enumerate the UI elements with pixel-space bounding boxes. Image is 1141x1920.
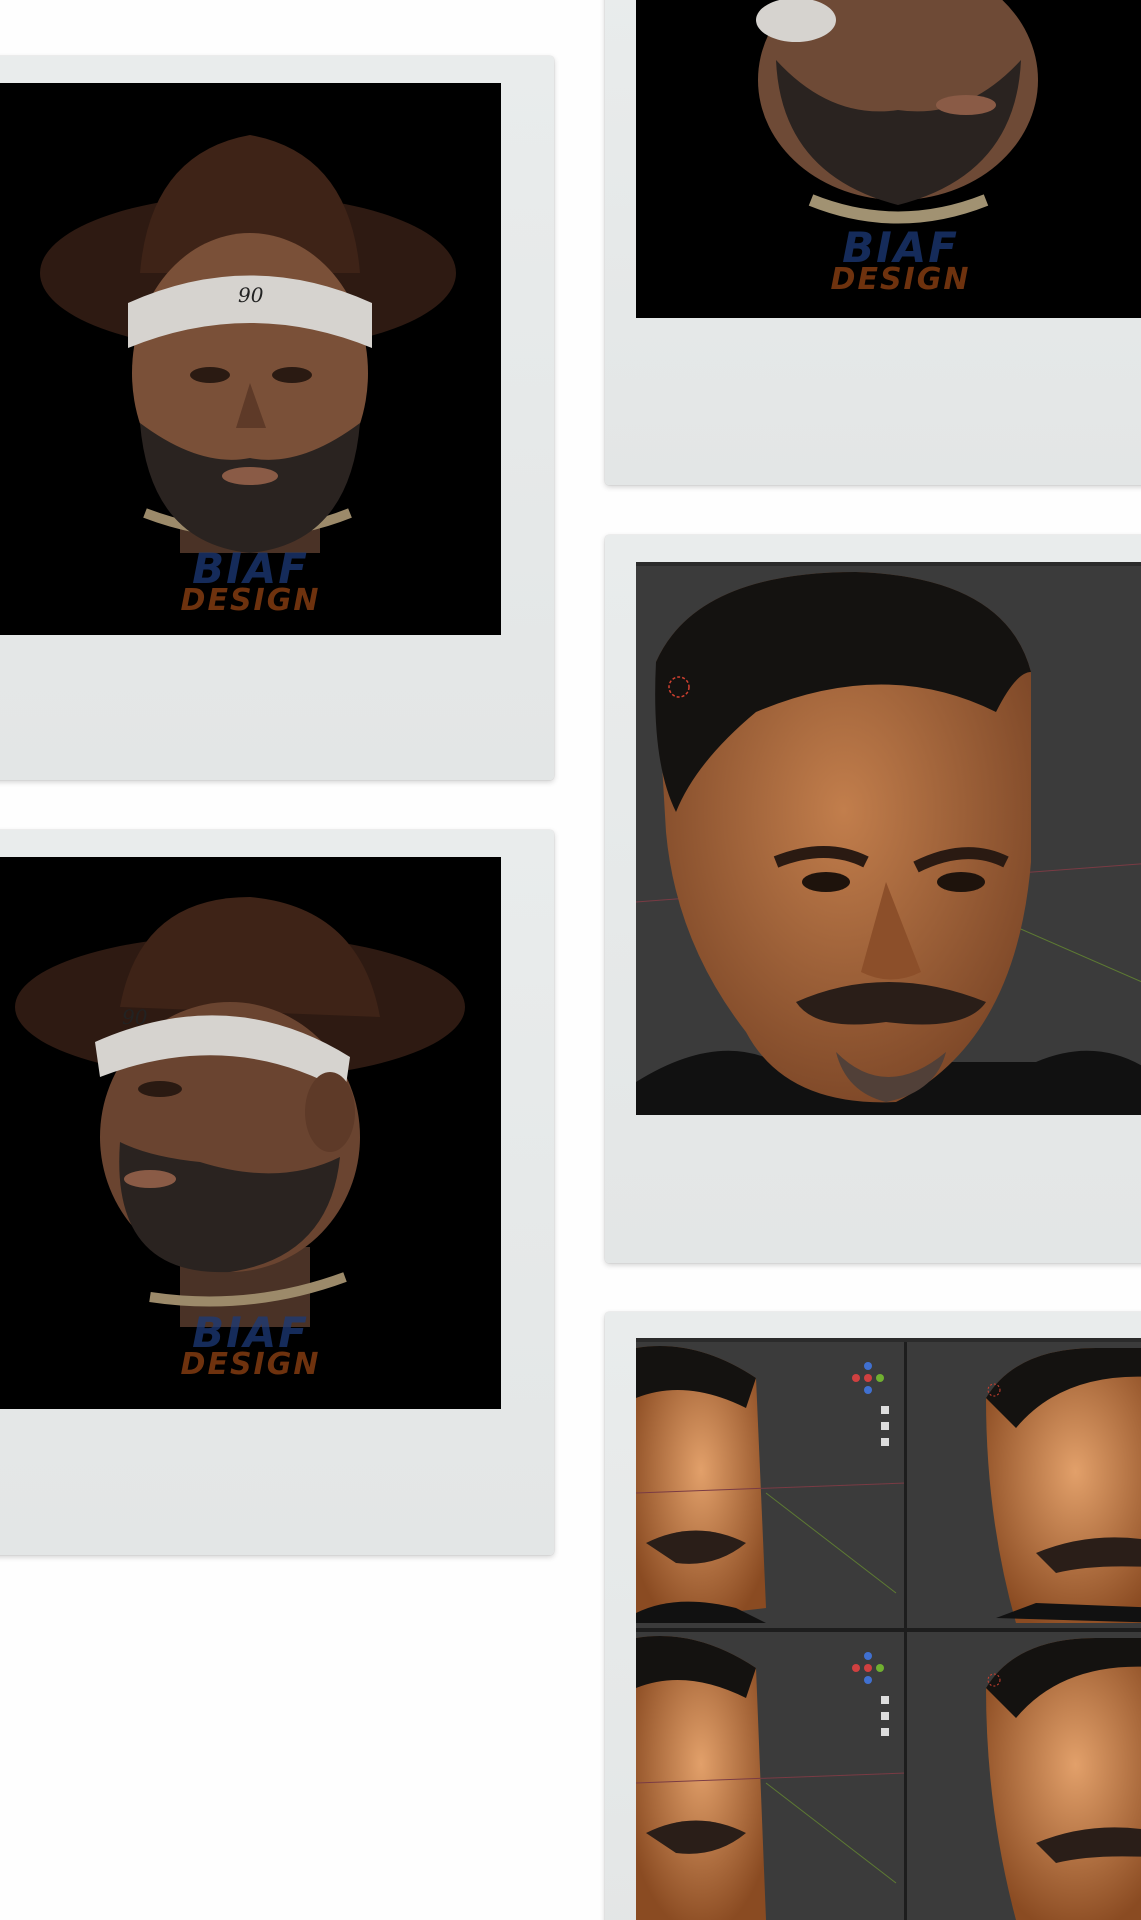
headband-mark: 90 [122, 1005, 148, 1029]
watermark: BIAF DESIGN [636, 227, 1141, 295]
photo-hat-portrait-front: 90 BIAF DESIGN [0, 83, 501, 635]
polaroid-frame-4 [605, 535, 1141, 1263]
watermark-line-2: DESIGN [180, 583, 321, 618]
polaroid-frame-3: 90 BIAF DESIGN [0, 830, 554, 1555]
viewport-toolbar [636, 562, 1141, 566]
polaroid-frame-5 [605, 1312, 1141, 1920]
headband-mark: 90 [238, 283, 264, 307]
viewport-toolbar [636, 1338, 1141, 1342]
watermark-line-2: DESIGN [830, 262, 971, 297]
photo-viewport-closeup [636, 562, 1141, 1115]
photo-hat-portrait-top-crop: BIAF DESIGN [636, 0, 1141, 318]
polaroid-frame-1: 90 BIAF DESIGN [0, 56, 554, 780]
polaroid-collage: 90 BIAF DESIGN BIAF DESIGN 90 BIAF DESIG… [0, 0, 1141, 1920]
watermark-line-2: DESIGN [180, 1347, 321, 1382]
viewport-divider-horizontal[interactable] [636, 1628, 1141, 1632]
photo-hat-portrait-side: 90 BIAF DESIGN [0, 857, 501, 1409]
watermark: BIAF DESIGN [0, 548, 501, 616]
photo-viewport-quad-view [636, 1338, 1141, 1920]
polaroid-frame-2: BIAF DESIGN [605, 0, 1141, 485]
viewport-closeup-image [636, 562, 1141, 1115]
watermark: BIAF DESIGN [0, 1312, 501, 1380]
